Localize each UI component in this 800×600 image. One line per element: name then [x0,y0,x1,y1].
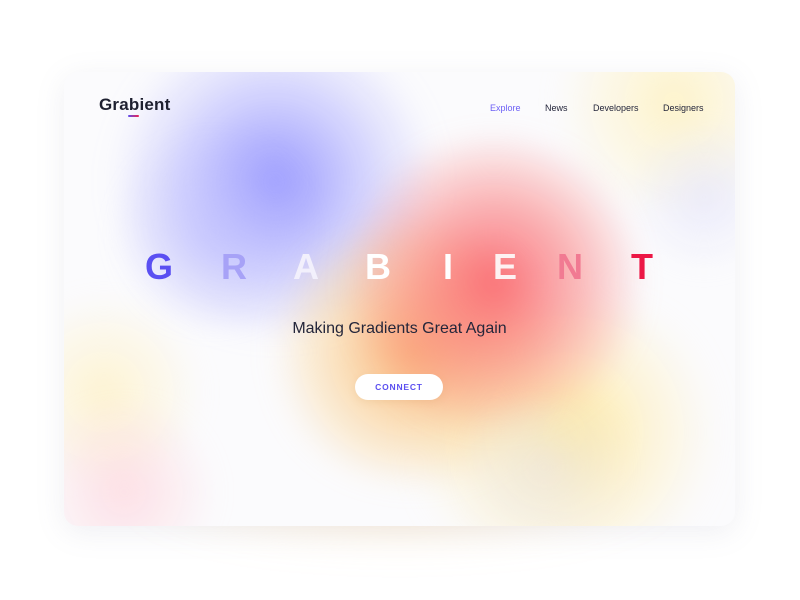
nav-item-developers[interactable]: Developers [593,103,639,113]
hero-letter: B [365,246,391,287]
nav-item-explore[interactable]: Explore [490,103,521,113]
connect-button[interactable]: CONNECT [355,374,443,400]
hero-card: Grabient Explore News Developers Designe… [64,72,735,526]
hero-subtitle: Making Gradients Great Again [292,320,507,337]
nav-item-designers[interactable]: Designers [663,103,704,113]
hero-letter: N [557,246,583,287]
hero-letter: G [145,246,174,287]
gradient-blob-lavender-bottom [434,402,654,526]
gradient-blob-pink-bottom-left [64,402,224,526]
hero-letter: R [221,246,247,287]
hero-title: G R A B I E N T [64,246,735,288]
hero-letter: T [631,246,653,287]
hero-letter: E [493,246,518,287]
hero-letter: I [443,246,454,287]
top-nav: Explore News Developers Designers [64,103,735,117]
hero-letter: A [293,246,319,287]
nav-item-news[interactable]: News [545,103,568,113]
